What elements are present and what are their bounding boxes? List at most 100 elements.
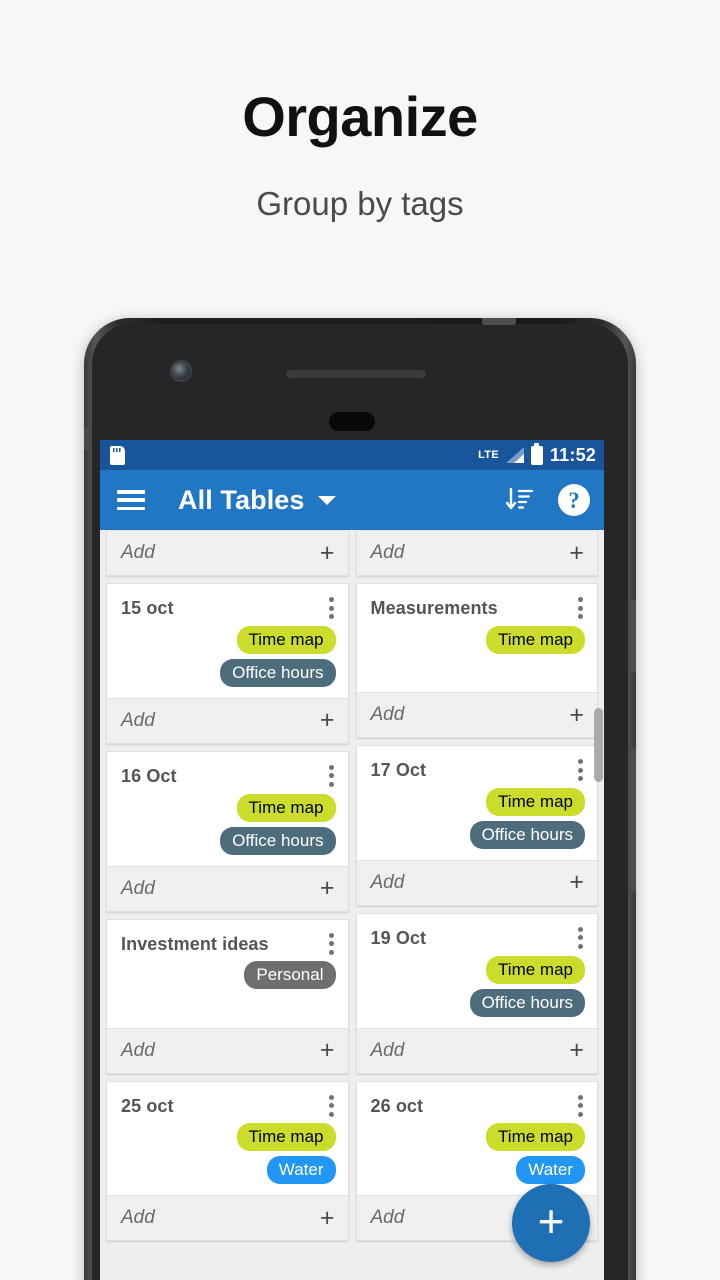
card-add-row[interactable]: Add + (107, 530, 348, 575)
card-add-plus-icon[interactable]: + (320, 1038, 335, 1063)
table-card[interactable]: Measurements Time map Add + (355, 583, 598, 738)
card-add-label: Add (370, 1207, 405, 1229)
card-tags: Time map (371, 625, 585, 654)
tag-chip[interactable]: Time map (486, 955, 585, 984)
page-subtitle: Group by tags (256, 184, 464, 222)
antenna-band-left (84, 428, 91, 450)
antenna-band-top (482, 318, 516, 325)
card-add-row[interactable]: Add + (356, 859, 597, 905)
board-column-2: Add + Measurements Time map Add + 17 Oct… (355, 530, 598, 1242)
card-tags: Time map Office hours (121, 793, 336, 855)
card-title: Investment ideas (121, 933, 269, 954)
table-card[interactable]: 19 Oct Time map Office hours Add + (355, 912, 598, 1074)
card-partial-top[interactable]: Add + (355, 530, 598, 576)
tag-chip[interactable]: Water (516, 1156, 585, 1185)
card-tags: Time map Water (121, 1123, 336, 1185)
more-vertical-icon[interactable] (328, 764, 334, 787)
card-add-plus-icon[interactable]: + (569, 702, 584, 728)
front-camera-icon (170, 360, 192, 382)
card-title: 19 Oct (370, 927, 427, 948)
volume-button[interactable] (629, 748, 636, 892)
tag-chip[interactable]: Office hours (220, 826, 336, 855)
proximity-sensor (329, 412, 375, 431)
status-bar-clock: 11:52 (549, 444, 596, 465)
battery-icon (530, 442, 543, 465)
add-fab-button[interactable]: + (512, 1184, 590, 1262)
tag-chip[interactable]: Office hours (220, 658, 336, 687)
card-add-plus-icon[interactable]: + (320, 876, 335, 901)
tag-chip[interactable]: Personal (244, 961, 336, 990)
tag-chip[interactable]: Time map (486, 1123, 585, 1152)
card-title: 25 oct (121, 1095, 174, 1116)
tag-chip[interactable]: Office hours (469, 988, 585, 1017)
help-circle-icon[interactable]: ? (558, 484, 590, 516)
card-add-row[interactable]: Add + (107, 697, 348, 743)
table-card[interactable]: 16 Oct Time map Office hours Add + (106, 750, 349, 912)
card-title: 26 oct (370, 1095, 424, 1116)
card-add-label: Add (121, 709, 155, 731)
card-tags: Time map Office hours (121, 625, 336, 687)
board-content: Add + 15 oct Time map Office hours Add +… (100, 530, 604, 1280)
vertical-scrollbar[interactable] (594, 708, 603, 782)
card-add-plus-icon[interactable]: + (320, 540, 335, 566)
table-card[interactable]: 17 Oct Time map Office hours Add + (355, 745, 598, 906)
card-add-label: Add (121, 1207, 155, 1229)
card-add-plus-icon[interactable]: + (569, 870, 584, 895)
more-vertical-icon[interactable] (578, 1094, 583, 1117)
card-title: 16 Oct (121, 765, 177, 786)
card-add-label: Add (370, 1039, 405, 1061)
more-vertical-icon[interactable] (578, 926, 583, 949)
add-icon: + (537, 1195, 565, 1247)
tag-chip[interactable]: Time map (486, 625, 585, 654)
more-vertical-icon[interactable] (328, 932, 334, 955)
more-vertical-icon[interactable] (328, 597, 334, 619)
board-column-1: Add + 15 oct Time map Office hours Add +… (106, 530, 349, 1242)
card-add-plus-icon[interactable]: + (320, 708, 335, 733)
card-partial-top[interactable]: Add + (106, 530, 349, 576)
card-add-label: Add (121, 1039, 155, 1061)
card-title: 15 oct (121, 598, 174, 618)
phone-screen: LTE 11:52 All Tables ? Add + 15 oct Time… (100, 440, 604, 1280)
card-title: 17 Oct (370, 760, 427, 780)
app-bar-title[interactable]: All Tables (178, 485, 305, 516)
phone-mockup: LTE 11:52 All Tables ? Add + 15 oct Time… (84, 318, 636, 1280)
card-add-row[interactable]: Add + (107, 865, 348, 911)
card-add-label: Add (121, 877, 155, 899)
status-bar: LTE 11:52 (100, 440, 604, 470)
power-button[interactable] (629, 600, 636, 672)
more-vertical-icon[interactable] (328, 1094, 334, 1117)
card-tags: Time map Office hours (371, 787, 585, 849)
card-add-row[interactable]: Add + (356, 692, 597, 737)
table-card[interactable]: Investment ideas Personal Add + (106, 918, 349, 1074)
card-add-plus-icon[interactable]: + (569, 540, 584, 566)
table-card[interactable]: 15 oct Time map Office hours Add + (106, 583, 349, 744)
hamburger-menu-icon[interactable] (117, 490, 145, 510)
card-add-row[interactable]: Add + (356, 530, 597, 575)
app-bar: All Tables ? (100, 470, 604, 530)
card-add-row[interactable]: Add + (356, 1027, 597, 1073)
card-add-label: Add (370, 871, 405, 893)
card-add-label: Add (370, 542, 405, 563)
tag-chip[interactable]: Time map (486, 787, 585, 816)
more-vertical-icon[interactable] (578, 759, 583, 781)
earpiece-speaker (286, 370, 426, 378)
promo-header: Organize Group by tags (0, 0, 720, 223)
sort-descending-icon[interactable] (504, 486, 534, 514)
tag-chip[interactable]: Time map (236, 1123, 336, 1152)
sd-card-icon (110, 445, 125, 465)
card-add-row[interactable]: Add + (107, 1195, 348, 1241)
tag-chip[interactable]: Time map (236, 793, 336, 822)
table-card[interactable]: 25 oct Time map Water Add + (106, 1080, 349, 1242)
card-add-label: Add (121, 542, 155, 563)
network-type-label: LTE (478, 448, 499, 461)
chevron-down-icon[interactable] (317, 495, 336, 505)
more-vertical-icon[interactable] (578, 597, 583, 619)
tag-chip[interactable]: Office hours (469, 820, 585, 849)
tag-chip[interactable]: Time map (236, 625, 336, 654)
tag-chip[interactable]: Water (266, 1156, 336, 1185)
card-add-plus-icon[interactable]: + (320, 1205, 335, 1231)
card-add-row[interactable]: Add + (107, 1027, 348, 1073)
card-grid: Add + 15 oct Time map Office hours Add +… (106, 530, 598, 1242)
page-title: Organize (242, 85, 478, 148)
card-add-plus-icon[interactable]: + (569, 1038, 584, 1063)
